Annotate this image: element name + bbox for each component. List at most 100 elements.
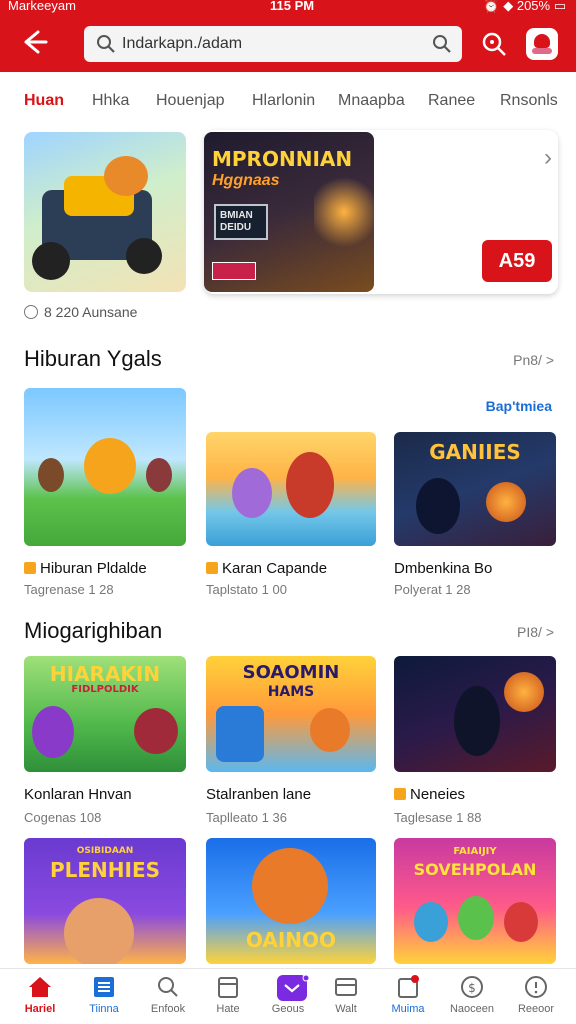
nav-item-list[interactable]: Tiinna [74, 975, 134, 1023]
warrior-silhouette [454, 686, 500, 756]
art-title: HIARAKIN [49, 662, 161, 686]
banner-game-subtitle: Hggnaas [212, 172, 280, 189]
nav-item-home[interactable]: Hariel [10, 975, 70, 1023]
fox-character [104, 156, 148, 196]
banner-meta: 8 220 Aunsane [24, 304, 137, 320]
kid-character [38, 458, 64, 492]
clock-icon [24, 305, 38, 319]
tab-hlarlonin[interactable]: Hlarlonin [252, 92, 315, 110]
game-title: Hiburan Pldalde [24, 560, 147, 577]
badge-icon [24, 562, 36, 574]
car-wheel [32, 242, 70, 280]
nav-label: Geous [271, 1003, 305, 1015]
cart-icon[interactable] [526, 28, 558, 60]
nav-item-wallet[interactable]: Walt [316, 975, 376, 1023]
art-subtitle: FIDLPOLDIK [71, 684, 139, 695]
tab-huan[interactable]: Huan [24, 92, 64, 110]
nav-label: Enfook [150, 1003, 186, 1015]
nav-item-search[interactable]: Enfook [138, 975, 198, 1023]
tab-hhka[interactable]: Hhka [92, 92, 129, 110]
banner-meta-text: 8 220 Aunsane [44, 304, 138, 320]
scan-icon[interactable] [480, 30, 508, 58]
chevron-right-icon[interactable]: › [544, 144, 552, 172]
nav-item-calendar[interactable]: Hate [198, 975, 258, 1023]
fire-glow [486, 482, 526, 522]
fox-character [84, 438, 136, 494]
game-name: Neneies [410, 786, 466, 803]
back-arrow-icon[interactable] [20, 28, 52, 60]
game-tile[interactable]: GANIIES [394, 432, 556, 546]
search-input[interactable]: Indarkapn./adam [122, 35, 242, 53]
home-icon [27, 975, 53, 999]
tab-mnaapba[interactable]: Mnaapba [338, 92, 405, 110]
banner-game-box: BMIAN DEIDU [214, 204, 268, 240]
badge-icon [206, 562, 218, 574]
arcade-machine [216, 706, 264, 762]
game-tile[interactable]: OAINOO [206, 838, 376, 964]
creature-character [504, 902, 538, 942]
tab-rnsonls[interactable]: Rnsonls [500, 92, 558, 110]
nav-item-info[interactable]: Reeoor [506, 975, 566, 1023]
ad-button[interactable]: A59 [482, 240, 552, 282]
bear-character [310, 708, 350, 752]
game-subtitle: Polyerat 1 28 [394, 582, 471, 597]
game-tile[interactable] [394, 656, 556, 772]
game-tile[interactable]: HIARAKIN FIDLPOLDIK [24, 656, 186, 772]
search-bar[interactable]: Indarkapn./adam [84, 26, 462, 62]
cart-shape [534, 34, 550, 48]
nav-label: Hariel [24, 1003, 56, 1015]
banner-game-art[interactable]: MPRONNIAN Hggnaas BMIAN DEIDU [204, 132, 374, 292]
status-bar: Markeeyam 115 PM ⏰ ◆ 205% ▭ [0, 0, 576, 16]
nav-label: Walt [335, 1003, 357, 1015]
section-title: Hiburan Ygals [24, 346, 162, 371]
nav-label: Reeoor [517, 1003, 555, 1015]
carrier-label: Markeeyam [8, 0, 76, 13]
game-subtitle: Taplstato 1 00 [206, 582, 287, 597]
magnifier-icon[interactable] [432, 34, 452, 54]
nav-item-games[interactable]: Geous [258, 974, 318, 1023]
nav-label: Tiinna [89, 1003, 119, 1015]
game-name: Hiburan Pldalde [40, 560, 147, 577]
nav-label: Naoceen [449, 1003, 495, 1015]
game-title: Konlaran Hnvan [24, 786, 132, 803]
nav-item-currency[interactable]: $ Naoceen [442, 975, 502, 1023]
art-subtitle: HAMS [267, 684, 315, 700]
banner-thumbnail-car[interactable] [24, 132, 186, 292]
car-wheel [126, 238, 162, 274]
nav-label: Muima [391, 1003, 425, 1015]
tab-ranee[interactable]: Ranee [428, 92, 475, 110]
art-title: SOAOMIN [242, 662, 340, 683]
section-more-link[interactable]: Pn8/ > [513, 352, 554, 368]
search-icon [155, 975, 181, 999]
list-icon [91, 975, 117, 999]
game-icon [275, 974, 310, 1001]
game-title: Stalranben lane [206, 786, 312, 803]
currency-icon: $ [459, 975, 485, 999]
nav-item-notifications[interactable]: Muima [378, 975, 438, 1023]
monster-character [134, 708, 178, 754]
kid-character [64, 898, 134, 964]
fire-glow [504, 672, 544, 712]
game-tile[interactable]: SOAOMIN HAMS [206, 656, 376, 772]
app-bar: Markeeyam 115 PM ⏰ ◆ 205% ▭ Indarkapn./a… [0, 0, 576, 72]
tab-houenjap[interactable]: Houenjap [156, 92, 225, 110]
game-tile[interactable]: FAIAIJIY SOVEHPOLAN [394, 838, 556, 964]
game-tile[interactable] [206, 432, 376, 546]
game-subtitle: Taplleato 1 36 [206, 810, 287, 825]
game-tile[interactable]: OSIBIDAAN PLENHIES [24, 838, 186, 964]
search-icon [96, 34, 116, 54]
game-title: Karan Capande [206, 560, 327, 577]
warrior-silhouette [416, 478, 460, 534]
game-tile[interactable] [24, 388, 186, 546]
banner-tag [212, 262, 256, 280]
art-subtitle: FAIAIJIY [453, 846, 497, 857]
game-subtitle: Taglesase 1 88 [394, 810, 482, 825]
section-more-link[interactable]: PI8/ > [517, 624, 554, 640]
section-highlight-link[interactable]: Bap'tmiea [486, 398, 552, 414]
badge-icon [394, 788, 406, 800]
svg-text:$: $ [468, 981, 476, 995]
purple-character [232, 468, 272, 518]
creature-character [414, 902, 448, 942]
banner-game-title: MPRONNIAN [212, 147, 353, 171]
notification-icon [395, 975, 421, 999]
